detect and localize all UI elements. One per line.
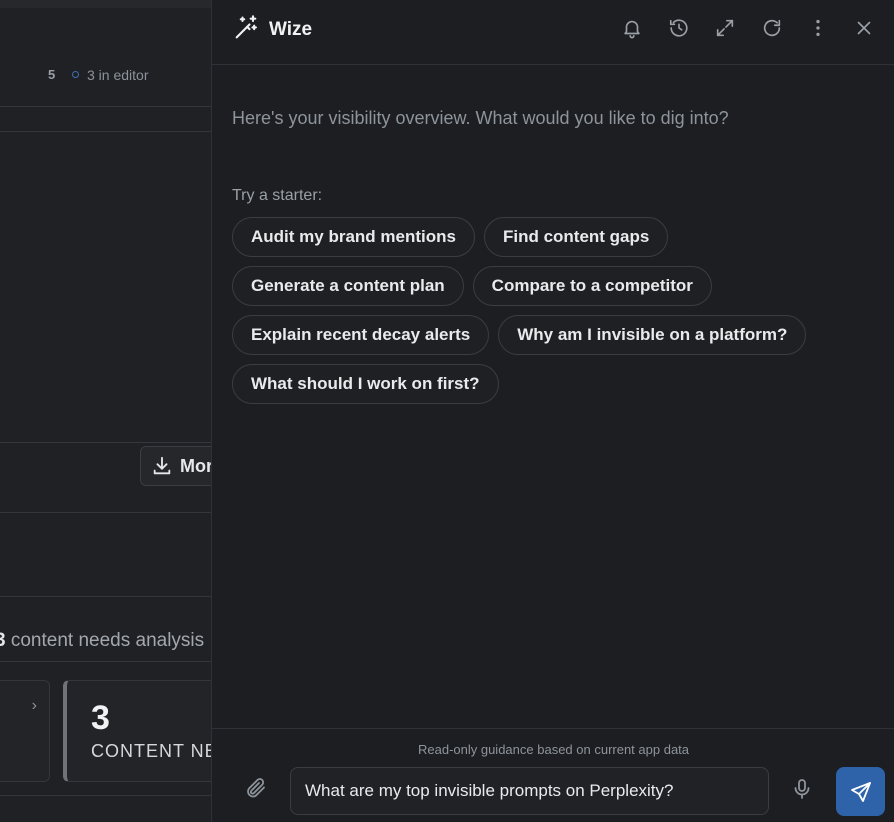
chat-input[interactable]: [290, 767, 769, 815]
history-icon: [669, 19, 688, 37]
card-label: CONTENT NE: [91, 741, 211, 761]
microphone-icon: [794, 779, 810, 799]
divider: [0, 795, 211, 796]
starter-chip-find-content-gaps[interactable]: Find content gaps: [483, 217, 669, 257]
wize-chat-panel: Wize Here's your visibility overview. Wh…: [211, 0, 894, 822]
close-icon: [857, 21, 871, 35]
more-options-button[interactable]: [804, 14, 832, 42]
panel-header: Wize: [212, 0, 894, 65]
refresh-button[interactable]: [758, 14, 786, 42]
expand-button[interactable]: [711, 14, 739, 42]
chevron-right-icon: ›: [31, 697, 37, 714]
panel-title: Wize: [269, 19, 313, 40]
starter-chips: Audit my brand mentions Find content gap…: [232, 217, 852, 404]
background-stats: 5 3 in editor: [0, 52, 211, 100]
divider: [0, 596, 211, 597]
card-number: 3: [91, 699, 110, 737]
starter-chip-compare-competitor[interactable]: Compare to a competitor: [472, 266, 712, 306]
divider: [0, 106, 211, 107]
background-topbar: [0, 0, 211, 8]
analysis-text: content needs analysis: [10, 630, 205, 651]
analysis-count: 3: [0, 630, 6, 651]
close-button[interactable]: [850, 14, 878, 42]
starter-chip-generate-content-plan[interactable]: Generate a content plan: [232, 266, 464, 306]
more-vertical-icon: [816, 19, 820, 37]
magic-wand-icon: [235, 15, 257, 39]
analysis-summary: 3 content needs analysis: [0, 630, 204, 652]
refresh-icon: [763, 19, 781, 37]
summary-card[interactable]: ›: [0, 680, 50, 782]
starter-chip-invisible-platform[interactable]: Why am I invisible on a platform?: [498, 315, 807, 355]
starter-chip-audit-brand-mentions[interactable]: Audit my brand mentions: [232, 217, 475, 257]
divider: [0, 131, 211, 132]
bell-icon: [624, 20, 640, 39]
starter-chip-work-on-first[interactable]: What should I work on first?: [232, 364, 499, 404]
download-button[interactable]: Mor: [140, 446, 211, 486]
history-button[interactable]: [665, 14, 693, 42]
expand-icon: [716, 19, 734, 37]
content-needs-card[interactable]: 3 CONTENT NE: [63, 680, 211, 782]
stat-in-editor: 3 in editor: [87, 67, 149, 83]
starter-label: Try a starter:: [232, 187, 323, 204]
status-dot-icon: [72, 71, 79, 78]
paperclip-icon: [247, 778, 265, 798]
notifications-button[interactable]: [618, 14, 646, 42]
voice-input-button[interactable]: [790, 777, 814, 806]
attach-button[interactable]: [244, 776, 268, 805]
footer-note: Read-only guidance based on current app …: [417, 742, 690, 757]
send-button[interactable]: [836, 767, 885, 816]
starter-chip-explain-decay-alerts[interactable]: Explain recent decay alerts: [232, 315, 490, 355]
greeting-message: Here's your visibility overview. What wo…: [232, 108, 729, 128]
composer: Read-only guidance based on current app …: [212, 728, 894, 822]
stat-count: 5: [48, 67, 56, 82]
divider: [0, 661, 211, 662]
send-icon: [850, 781, 871, 802]
divider: [0, 512, 211, 513]
download-label: Mor: [180, 456, 211, 476]
divider: [0, 442, 211, 443]
background-app: 5 3 in editor Mor 3 content needs analys…: [0, 0, 211, 822]
download-icon: [153, 456, 171, 475]
